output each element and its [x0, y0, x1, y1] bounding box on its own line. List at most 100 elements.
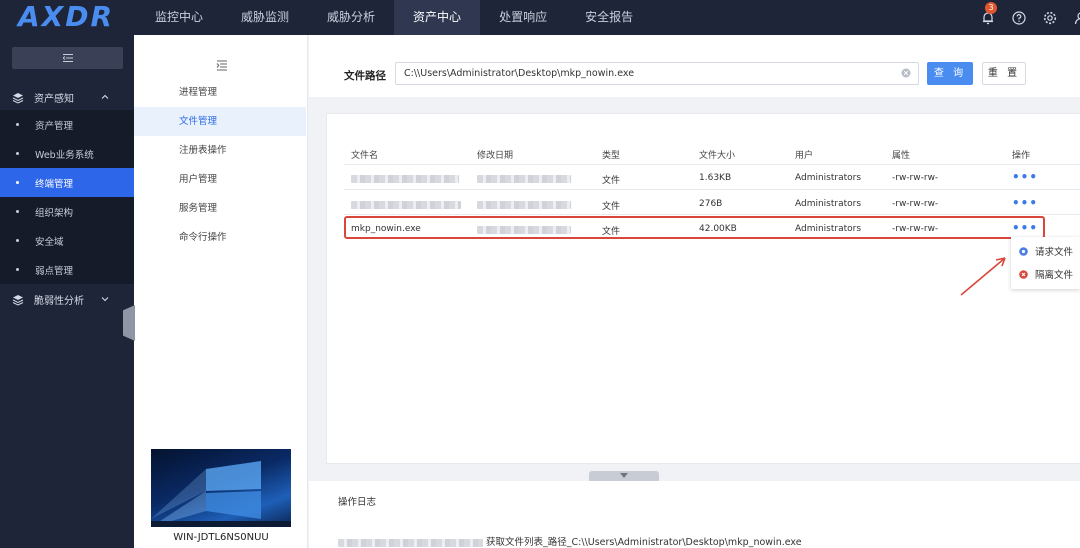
menu-group-label: 资产感知 [34, 94, 74, 105]
nav-threat-analysis[interactable]: 威胁分析 [308, 0, 394, 35]
menu-item-registry[interactable]: 注册表操作 [134, 136, 306, 165]
bullet-icon [16, 181, 19, 184]
more-actions-button[interactable]: ••• [1012, 170, 1038, 184]
menu-item-command-line[interactable]: 命令行操作 [134, 223, 306, 252]
table-cell-attr: -rw-rw-rw- [892, 173, 939, 183]
column-header-attr: 属性 [892, 151, 911, 161]
reset-button[interactable]: 重 置 [982, 62, 1026, 85]
row-divider [344, 189, 1080, 190]
sidebar-item-web-system[interactable]: Web业务系统 [0, 139, 134, 168]
chevron-down-icon [101, 297, 109, 302]
notification-badge: 3 [985, 1, 997, 14]
menu-item-file[interactable]: 文件管理 [134, 107, 306, 136]
query-button[interactable]: 查 询 [927, 62, 973, 85]
chevron-up-icon [101, 94, 109, 99]
more-actions-button[interactable]: ••• [1012, 196, 1038, 210]
bullet-icon [16, 239, 19, 242]
sidebar-item-asset-management[interactable]: 资产管理 [0, 110, 134, 139]
nav-asset-center[interactable]: 资产中心 [394, 0, 481, 35]
redacted-timestamp [338, 538, 483, 547]
menu-item-label: 隔离文件 [1035, 270, 1074, 281]
file-path-label: 文件路径 [344, 70, 386, 82]
menu-item-service[interactable]: 服务管理 [134, 194, 306, 223]
logo[interactable]: AXDR [18, 2, 114, 32]
sidebar-item-label: 弱点管理 [35, 265, 74, 277]
menu-group-vulnerability[interactable]: 脆弱性分析 [0, 285, 134, 314]
search-bar: 文件路径 C:\\Users\Administrator\Desktop\mkp… [309, 35, 1080, 97]
sidebar: 资产感知 资产管理 Web业务系统 终端管理 组织架构 安全域 弱点管理 脆弱性… [0, 35, 134, 548]
table-cell-size: 276B [699, 199, 723, 209]
clear-icon[interactable] [901, 68, 911, 78]
panel-resize-handle[interactable] [123, 305, 135, 341]
sidebar-item-organization[interactable]: 组织架构 [0, 197, 134, 226]
bullet-icon [16, 268, 19, 271]
sidebar-item-label: 资产管理 [35, 120, 74, 132]
nav-threat-monitor[interactable]: 威胁监测 [222, 0, 308, 35]
table-cell-attr: -rw-rw-rw- [892, 199, 939, 209]
menu-fold-icon [62, 54, 73, 62]
table-cell-size: 1.63KB [699, 173, 732, 183]
menu-item-label: 请求文件 [1035, 247, 1074, 258]
top-icons: 3 [981, 0, 1080, 35]
desktop-thumbnail [151, 449, 291, 527]
nav-response[interactable]: 处置响应 [480, 0, 566, 35]
highlight-box [344, 216, 1045, 239]
annotation-arrow-icon [960, 257, 1006, 296]
menu-group-asset-awareness[interactable]: 资产感知 [0, 83, 134, 112]
sidebar-item-label: 终端管理 [35, 178, 74, 190]
help-icon[interactable] [1012, 10, 1026, 25]
sidebar-item-endpoint-management[interactable]: 终端管理 [0, 168, 134, 197]
redacted-date [477, 174, 571, 184]
layers-icon [12, 92, 24, 104]
user-icon[interactable] [1074, 11, 1080, 25]
chevron-down-icon [620, 473, 628, 478]
table-cell-type: 文件 [602, 176, 621, 186]
redacted-name [351, 200, 461, 210]
column-header-name: 文件名 [351, 151, 379, 161]
sidebar-collapse-button[interactable] [12, 47, 123, 69]
layers-icon [12, 294, 24, 306]
column-header-size: 文件大小 [699, 151, 736, 161]
host-name: WIN-JDTL6NS0NUU [173, 532, 269, 543]
table-cell-type: 文件 [602, 202, 621, 212]
operation-log: 操作日志 获取文件列表_路径_C:\\Users\Administrator\D… [309, 481, 1080, 548]
sidebar-item-weakness-management[interactable]: 弱点管理 [0, 255, 134, 284]
isolate-file-icon [1019, 269, 1028, 279]
isolate-file-menu-item[interactable]: 隔离文件 [1019, 265, 1073, 283]
top-bar: AXDR 监控中心 威胁监测 威胁分析 资产中心 处置响应 安全报告 3 [0, 0, 1080, 35]
bullet-icon [16, 152, 19, 155]
row-divider [344, 164, 1080, 165]
menu-group-label: 脆弱性分析 [34, 296, 84, 307]
row-divider [344, 214, 1080, 215]
windows-wallpaper-icon [151, 461, 291, 527]
log-title: 操作日志 [338, 497, 377, 508]
log-entry-text: 获取文件列表_路径_C:\\Users\Administrator\Deskto… [486, 537, 802, 548]
nav-monitor-center[interactable]: 监控中心 [136, 0, 222, 35]
request-file-menu-item[interactable]: 请求文件 [1019, 242, 1073, 260]
top-nav: 监控中心 威胁监测 威胁分析 资产中心 处置响应 安全报告 [136, 0, 652, 35]
nav-security-report[interactable]: 安全报告 [566, 0, 652, 35]
menu-item-process[interactable]: 进程管理 [134, 78, 306, 107]
column-header-date: 修改日期 [477, 151, 514, 161]
actions-dropdown: 请求文件 隔离文件 [1011, 237, 1080, 289]
sidebar-item-label: Web业务系统 [35, 149, 94, 161]
gear-icon[interactable] [1043, 11, 1057, 25]
redacted-name [351, 174, 459, 184]
table-cell-user: Administrators [795, 199, 862, 209]
sidebar-item-security-domain[interactable]: 安全域 [0, 226, 134, 255]
log-entry: 获取文件列表_路径_C:\\Users\Administrator\Deskto… [338, 534, 802, 548]
column-header-type: 类型 [602, 151, 621, 161]
column-header-action: 操作 [1012, 151, 1031, 161]
request-file-icon [1019, 246, 1028, 256]
bullet-icon [16, 210, 19, 213]
file-path-input[interactable]: C:\\Users\Administrator\Desktop\mkp_nowi… [395, 62, 919, 85]
table-cell-user: Administrators [795, 173, 862, 183]
submenu-asset: 资产管理 Web业务系统 终端管理 组织架构 安全域 弱点管理 [0, 110, 134, 284]
sidebar-item-label: 安全域 [35, 236, 64, 248]
redacted-date [477, 200, 571, 210]
menu-item-user[interactable]: 用户管理 [134, 165, 306, 194]
sidebar-item-label: 组织架构 [35, 207, 74, 219]
bell-icon[interactable]: 3 [981, 1, 997, 25]
bullet-icon [16, 123, 19, 126]
menu-indent-icon[interactable] [216, 59, 228, 71]
